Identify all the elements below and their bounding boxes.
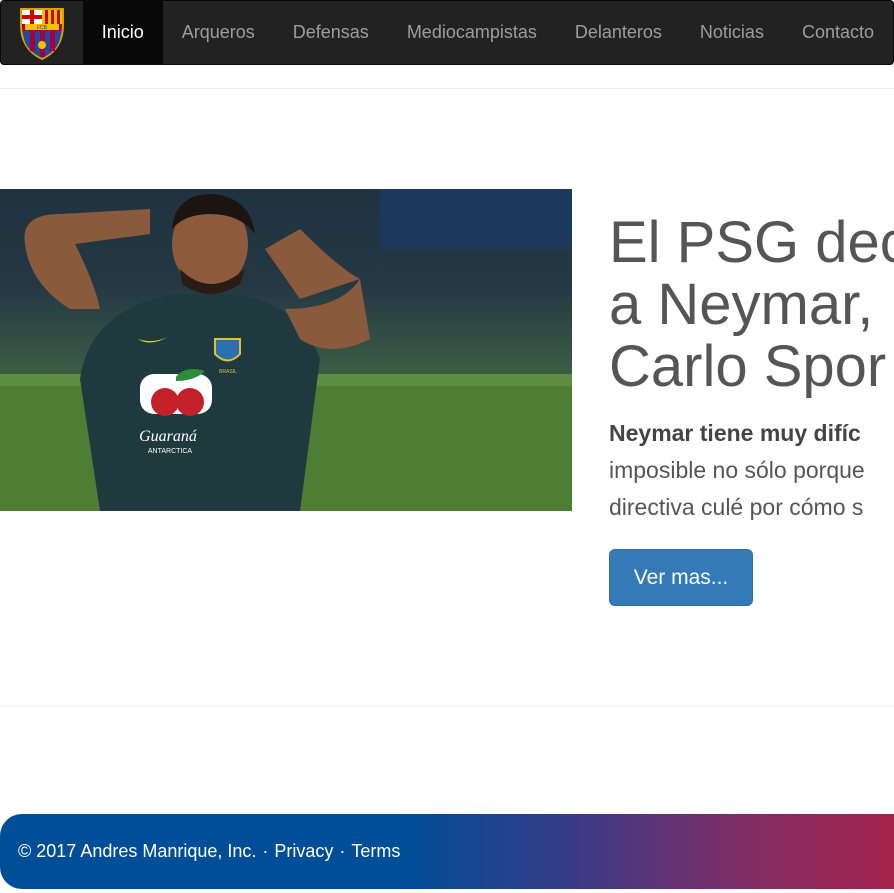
feature-heading: El PSG dec a Neymar, Carlo Spor: [609, 212, 894, 398]
footer-privacy-link[interactable]: Privacy: [274, 841, 333, 862]
fcb-crest-icon: FCB: [19, 7, 64, 60]
nav-item-inicio[interactable]: Inicio: [82, 1, 163, 64]
site-footer: © 2017 Andres Manrique, Inc. · Privacy ·…: [0, 814, 894, 889]
top-navbar: FCB Inicio Arqueros Defensas Mediocampis…: [0, 0, 894, 65]
divider-top: [0, 88, 894, 89]
fcb-logo[interactable]: FCB: [1, 1, 83, 64]
heading-line-1: El PSG dec: [609, 210, 894, 275]
nav-item-arqueros[interactable]: Arqueros: [163, 1, 274, 64]
feature-photo: Guaraná ANTARCTICA BRASIL: [0, 189, 572, 511]
footer-separator: ·: [262, 841, 269, 861]
nav-item-delanteros[interactable]: Delanteros: [556, 1, 681, 64]
heading-line-2: a Neymar,: [609, 272, 874, 337]
feature-lead: Neymar tiene muy difíc imposible no sólo…: [609, 415, 894, 526]
heading-line-3: Carlo Spor: [609, 334, 887, 399]
shirt-sponsor-text: Guaraná: [139, 428, 197, 445]
footer-copyright: © 2017 Andres Manrique, Inc.: [18, 841, 257, 861]
footer-separator: ·: [339, 841, 346, 861]
lead-line-3: directiva culé por cómo s: [609, 494, 864, 520]
shirt-crest-text: BRASIL: [219, 369, 237, 375]
lead-line-2: imposible no sólo porque: [609, 457, 865, 483]
nav-item-mediocampistas[interactable]: Mediocampistas: [388, 1, 556, 64]
divider-bottom: [0, 706, 894, 707]
shirt-sponsor-subtext: ANTARCTICA: [148, 448, 193, 455]
lead-bold: Neymar tiene muy difíc: [609, 420, 861, 446]
ver-mas-button[interactable]: Ver mas...: [609, 549, 753, 606]
footer-terms-link[interactable]: Terms: [351, 841, 400, 862]
nav-item-noticias[interactable]: Noticias: [681, 1, 783, 64]
nav-item-defensas[interactable]: Defensas: [274, 1, 388, 64]
crest-text: FCB: [37, 25, 48, 31]
nav-item-contacto[interactable]: Contacto: [783, 1, 893, 64]
